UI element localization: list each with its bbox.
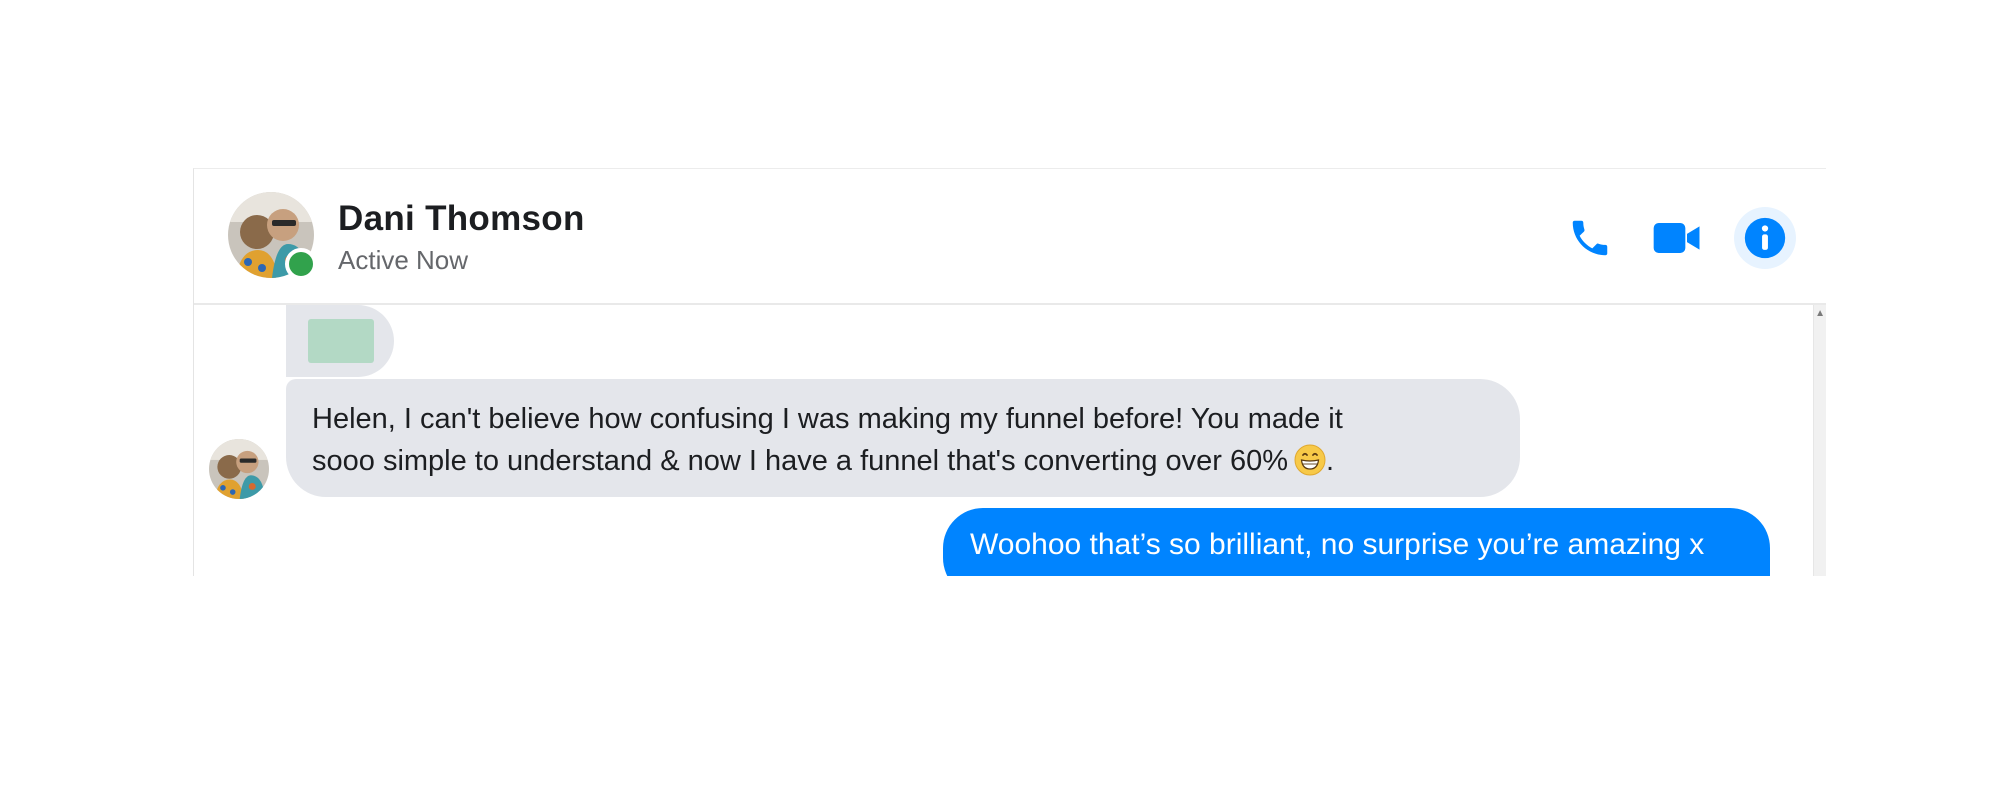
phone-icon bbox=[1572, 220, 1608, 256]
message-trailing-punctuation: . bbox=[1326, 445, 1335, 477]
scroll-up-icon[interactable]: ▲ bbox=[1815, 309, 1825, 319]
outgoing-message-bubble[interactable]: Woohoo that’s so brilliant, no surprise … bbox=[943, 508, 1770, 576]
online-status-dot bbox=[285, 248, 317, 280]
chat-window: Dani Thomson Active Now Helen, I can't b… bbox=[193, 168, 1826, 576]
sender-avatar[interactable] bbox=[209, 439, 269, 499]
contact-name[interactable]: Dani Thomson bbox=[338, 199, 585, 239]
info-icon bbox=[1744, 217, 1786, 259]
audio-call-button[interactable] bbox=[1559, 207, 1621, 269]
chat-header: Dani Thomson Active Now bbox=[194, 169, 1826, 305]
message-text-line: Helen, I can't believe how confusing I w… bbox=[312, 403, 1343, 435]
contact-status: Active Now bbox=[338, 245, 469, 275]
message-thread[interactable]: Helen, I can't believe how confusing I w… bbox=[194, 305, 1826, 576]
image-thumbnail-icon[interactable] bbox=[308, 319, 374, 363]
message-scrollbar[interactable]: ▲ bbox=[1813, 305, 1826, 576]
conversation-info-button[interactable] bbox=[1734, 207, 1796, 269]
message-text: sooo simple to understand & now I have a… bbox=[312, 445, 1289, 477]
grinning-face-icon bbox=[1294, 444, 1326, 476]
video-camera-icon bbox=[1653, 223, 1700, 253]
message-text: Woohoo that’s so brilliant, no surprise … bbox=[970, 528, 1705, 561]
video-call-button[interactable] bbox=[1646, 207, 1708, 269]
incoming-message-bubble[interactable]: Helen, I can't believe how confusing I w… bbox=[286, 379, 1520, 497]
message-text-line: sooo simple to understand & now I have a… bbox=[312, 440, 1494, 482]
